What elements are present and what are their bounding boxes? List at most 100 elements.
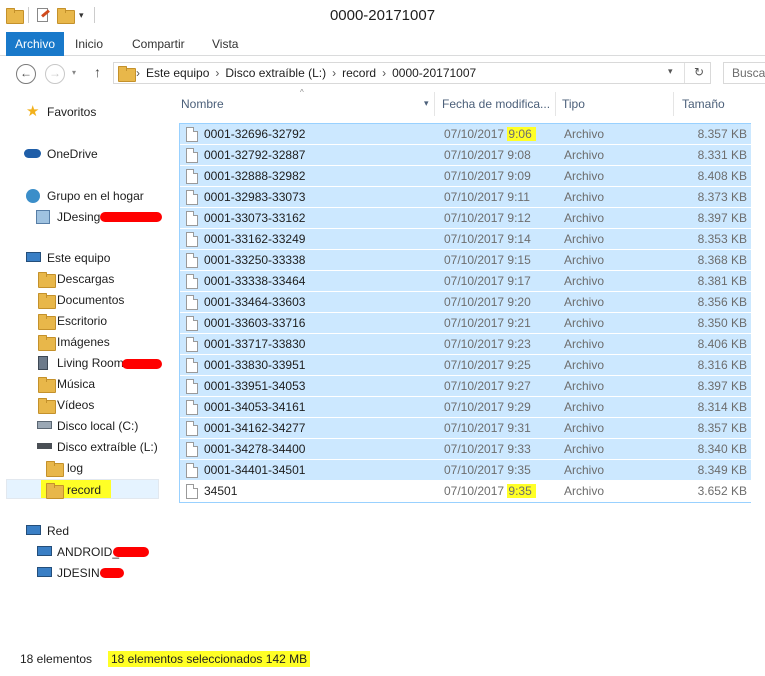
address-dropdown-icon[interactable]: ▾ [668, 66, 673, 77]
file-type: Archivo [564, 358, 605, 372]
sidebar-item-imagenes[interactable]: Imágenes [0, 332, 163, 352]
file-type: Archivo [564, 316, 605, 330]
table-row[interactable]: 0001-32792-32887 07/10/2017 9:08 Archivo 8.… [180, 145, 751, 166]
refresh-icon[interactable]: ↻ [694, 65, 704, 79]
file-type: Archivo [564, 127, 605, 141]
breadcrumb-item[interactable]: record [342, 63, 376, 83]
tab-inicio[interactable]: Inicio [66, 32, 112, 56]
file-size: 8.397 KB [697, 211, 747, 225]
breadcrumb-item[interactable]: Este equipo [146, 63, 209, 83]
sidebar-item-jdesing[interactable]: JDESING [0, 563, 163, 583]
sidebar-item-descargas[interactable]: Descargas [0, 269, 163, 289]
column-divider[interactable] [555, 92, 556, 116]
redaction-mark [113, 547, 149, 557]
sidebar-item-onedrive[interactable]: OneDrive [0, 144, 163, 164]
column-header-size[interactable]: Tamaño [682, 92, 725, 116]
table-row[interactable]: 34501 07/10/2017 9:35 Archivo 3.652 KB [180, 481, 751, 502]
sidebar-item-label: Este equipo [47, 251, 111, 265]
table-row[interactable]: 0001-34053-34161 07/10/2017 9:29 Archivo 8.… [180, 397, 751, 418]
column-header-type[interactable]: Tipo [562, 92, 585, 116]
sidebar-item-living-room[interactable]: Living Room [0, 353, 163, 373]
breadcrumb-item[interactable]: Disco extraíble (L:) [225, 63, 326, 83]
sidebar-item-record[interactable]: record [6, 479, 159, 499]
table-row[interactable]: 0001-33162-33249 07/10/2017 9:14 Archivo 8.… [180, 229, 751, 250]
table-row[interactable]: 0001-33603-33716 07/10/2017 9:21 Archivo 8.… [180, 313, 751, 334]
column-header-date[interactable]: Fecha de modifica... [442, 92, 550, 116]
sidebar-item-homegroup[interactable]: Grupo en el hogar [0, 186, 163, 206]
file-date-day: 07/10/2017 [444, 274, 505, 288]
folder-icon [46, 461, 64, 477]
sidebar-item-label: Música [57, 377, 96, 391]
file-name: 0001-33250-33338 [204, 253, 306, 267]
forward-button[interactable]: → [45, 64, 65, 84]
table-row[interactable]: 0001-33717-33830 07/10/2017 9:23 Archivo 8.… [180, 334, 751, 355]
column-header-name[interactable]: Nombre [181, 92, 224, 116]
sidebar-item-escritorio[interactable]: Escritorio [0, 311, 163, 331]
sidebar-item-favoritos[interactable]: ★ Favoritos [0, 102, 163, 122]
table-row[interactable]: 0001-33250-33338 07/10/2017 9:15 Archivo 8.… [180, 250, 751, 271]
table-row[interactable]: 0001-33073-33162 07/10/2017 9:12 Archivo 8.… [180, 208, 751, 229]
table-row[interactable]: 0001-32696-32792 07/10/2017 9:06 Archivo 8.… [180, 124, 751, 145]
column-divider[interactable] [434, 92, 435, 116]
up-button[interactable]: ↑ [94, 64, 101, 80]
sidebar-item-musica[interactable]: Música [0, 374, 163, 394]
sidebar-item-documentos[interactable]: Documentos [0, 290, 163, 310]
table-row[interactable]: 0001-32888-32982 07/10/2017 9:09 Archivo 8.… [180, 166, 751, 187]
file-date: 07/10/2017 9:09 [444, 166, 531, 187]
sidebar-item-este-equipo[interactable]: Este equipo [0, 248, 163, 268]
file-date-day: 07/10/2017 [444, 337, 505, 351]
sidebar-item-videos[interactable]: Vídeos [0, 395, 163, 415]
tab-vista[interactable]: Vista [203, 32, 247, 56]
sidebar-item-red[interactable]: Red [0, 521, 163, 541]
file-type: Archivo [564, 274, 605, 288]
breadcrumb-item[interactable]: 0000-20171007 [392, 63, 476, 83]
file-size: 8.331 KB [697, 148, 747, 162]
sidebar-item-log[interactable]: log [0, 458, 163, 478]
sidebar-item-label: Descargas [57, 272, 115, 286]
sidebar-item-label: Living Room [57, 356, 124, 370]
sidebar-item-label: Disco extraíble (L:) [57, 440, 158, 454]
file-size: 8.373 KB [697, 190, 747, 204]
file-size: 8.350 KB [697, 316, 747, 330]
table-row[interactable]: 0001-34278-34400 07/10/2017 9:33 Archivo 8.… [180, 439, 751, 460]
table-row[interactable]: 0001-34162-34277 07/10/2017 9:31 Archivo 8.… [180, 418, 751, 439]
file-date: 07/10/2017 9:31 [444, 418, 531, 439]
tab-archivo[interactable]: Archivo [6, 32, 65, 56]
sidebar-item-label: ANDROID_ [57, 545, 120, 559]
sidebar-item-label: Disco local (C:) [57, 419, 139, 433]
sidebar-item-android[interactable]: ANDROID_ [0, 542, 163, 562]
file-name: 0001-33603-33716 [204, 316, 306, 330]
table-row[interactable]: 0001-33951-34053 07/10/2017 9:27 Archivo 8.… [180, 376, 751, 397]
file-date-time: 9:35 [507, 484, 536, 498]
file-date-time: 9:20 [507, 295, 531, 309]
file-date: 07/10/2017 9:11 [444, 187, 530, 208]
file-date-time: 9:11 [507, 190, 530, 204]
column-dropdown-icon[interactable]: ▾ [424, 98, 429, 109]
breadcrumb: › Este equipo › Disco extraíble (L:) › r… [136, 63, 476, 83]
table-row[interactable]: 0001-33464-33603 07/10/2017 9:20 Archivo 8.… [180, 292, 751, 313]
file-date-day: 07/10/2017 [444, 232, 505, 246]
sidebar-item-label: Favoritos [47, 105, 97, 119]
file-date: 07/10/2017 9:12 [444, 208, 531, 229]
sidebar-item-disco-local[interactable]: Disco local (C:) [0, 416, 163, 436]
file-type: Archivo [564, 379, 605, 393]
scrollbar[interactable] [751, 92, 765, 640]
back-button[interactable]: ← [16, 64, 36, 84]
sidebar-item-user[interactable]: JDesing [0, 207, 163, 227]
computer-icon [26, 252, 41, 262]
tab-compartir[interactable]: Compartir [123, 32, 194, 56]
table-row[interactable]: 0001-34401-34501 07/10/2017 9:35 Archivo 8.… [180, 460, 751, 481]
file-type: Archivo [564, 484, 605, 498]
column-divider[interactable] [673, 92, 674, 116]
address-bar[interactable]: › Este equipo › Disco extraíble (L:) › r… [113, 62, 711, 84]
search-input[interactable]: Busca [723, 62, 765, 84]
divider [684, 63, 685, 83]
network-icon [26, 525, 41, 535]
recent-locations-icon[interactable]: ▾ [72, 68, 76, 77]
table-row[interactable]: 0001-33830-33951 07/10/2017 9:25 Archivo 8.… [180, 355, 751, 376]
file-date: 07/10/2017 9:35 [444, 460, 531, 481]
table-row[interactable]: 0001-33338-33464 07/10/2017 9:17 Archivo 8.… [180, 271, 751, 292]
sidebar-item-disco-extraible[interactable]: Disco extraíble (L:) [0, 437, 163, 457]
table-row[interactable]: 0001-32983-33073 07/10/2017 9:11 Archivo 8.… [180, 187, 751, 208]
sidebar-item-label: record [67, 483, 102, 497]
